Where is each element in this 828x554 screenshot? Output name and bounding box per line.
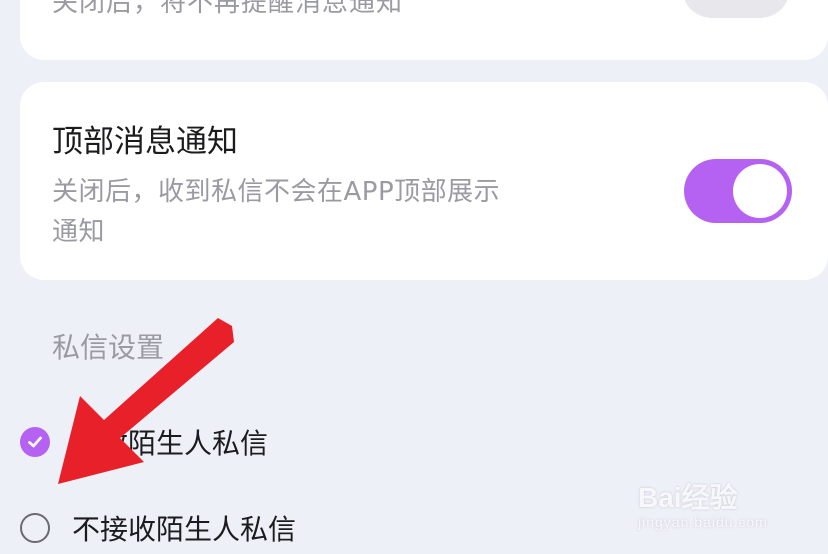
watermark-url: jingyan.baidu.com	[638, 514, 768, 530]
watermark-brand: Bai经验	[638, 482, 738, 513]
baidu-jingyan-watermark: Bai经验 jingyan.baidu.com	[636, 464, 816, 544]
